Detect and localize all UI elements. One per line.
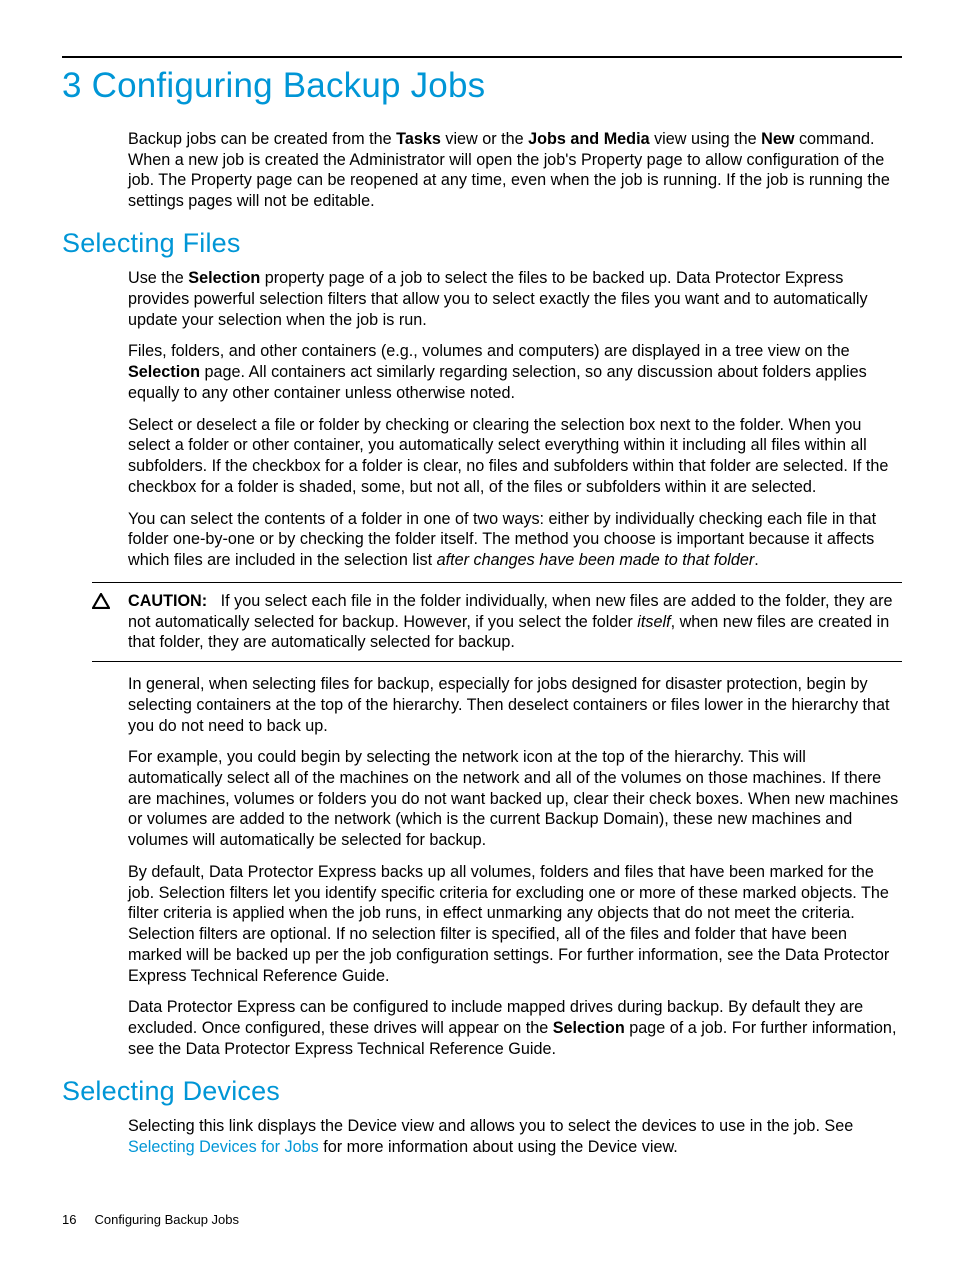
text: Files, folders, and other containers (e.… (128, 342, 850, 360)
bold: Selection (128, 363, 200, 381)
paragraph: Files, folders, and other containers (e.… (128, 341, 902, 403)
text: . (754, 551, 759, 569)
intro-block: Backup jobs can be created from the Task… (128, 129, 902, 212)
chapter-title-text: Configuring Backup Jobs (92, 66, 486, 105)
paragraph: Data Protector Express can be configured… (128, 997, 902, 1059)
text: view or the (441, 130, 528, 148)
intro-paragraph: Backup jobs can be created from the Task… (128, 129, 902, 212)
section-heading-selecting-files: Selecting Files (62, 226, 902, 261)
page-number: 16 (62, 1212, 76, 1227)
text: view using the (650, 130, 762, 148)
text: page. All containers act similarly regar… (128, 363, 867, 402)
caution-block: CAUTION: If you select each file in the … (92, 582, 902, 662)
paragraph: For example, you could begin by selectin… (128, 747, 902, 851)
paragraph: Select or deselect a file or folder by c… (128, 415, 902, 498)
xref-link-selecting-devices[interactable]: Selecting Devices for Jobs (128, 1138, 319, 1156)
italic: after changes have been made to that fol… (437, 551, 755, 569)
caution-label: CAUTION: (128, 592, 207, 610)
page-footer: 16 Configuring Backup Jobs (62, 1212, 239, 1229)
top-rule (62, 56, 902, 58)
text: Use the (128, 269, 188, 287)
paragraph: You can select the contents of a folder … (128, 509, 902, 571)
paragraph: Use the Selection property page of a job… (128, 268, 902, 330)
text: for more information about using the Dev… (319, 1138, 678, 1156)
page: 3 Configuring Backup Jobs Backup jobs ca… (0, 0, 954, 1271)
selecting-files-block-2: In general, when selecting files for bac… (128, 674, 902, 1059)
chapter-title: 3 Configuring Backup Jobs (62, 64, 902, 109)
chapter-number: 3 (62, 66, 82, 105)
bold: Selection (553, 1019, 625, 1037)
footer-title: Configuring Backup Jobs (94, 1212, 239, 1227)
paragraph: Selecting this link displays the Device … (128, 1116, 902, 1157)
bold: New (761, 130, 794, 148)
italic: itself (637, 613, 670, 631)
paragraph: In general, when selecting files for bac… (128, 674, 902, 736)
text: Selecting this link displays the Device … (128, 1117, 853, 1135)
caution-icon (92, 591, 128, 609)
bold: Tasks (396, 130, 441, 148)
text: Backup jobs can be created from the (128, 130, 396, 148)
bold: Jobs and Media (528, 130, 649, 148)
selecting-devices-block: Selecting this link displays the Device … (128, 1116, 902, 1157)
paragraph: By default, Data Protector Express backs… (128, 862, 902, 986)
bold: Selection (188, 269, 260, 287)
selecting-files-block: Use the Selection property page of a job… (128, 268, 902, 571)
caution-text: CAUTION: If you select each file in the … (128, 591, 902, 653)
section-heading-selecting-devices: Selecting Devices (62, 1074, 902, 1109)
